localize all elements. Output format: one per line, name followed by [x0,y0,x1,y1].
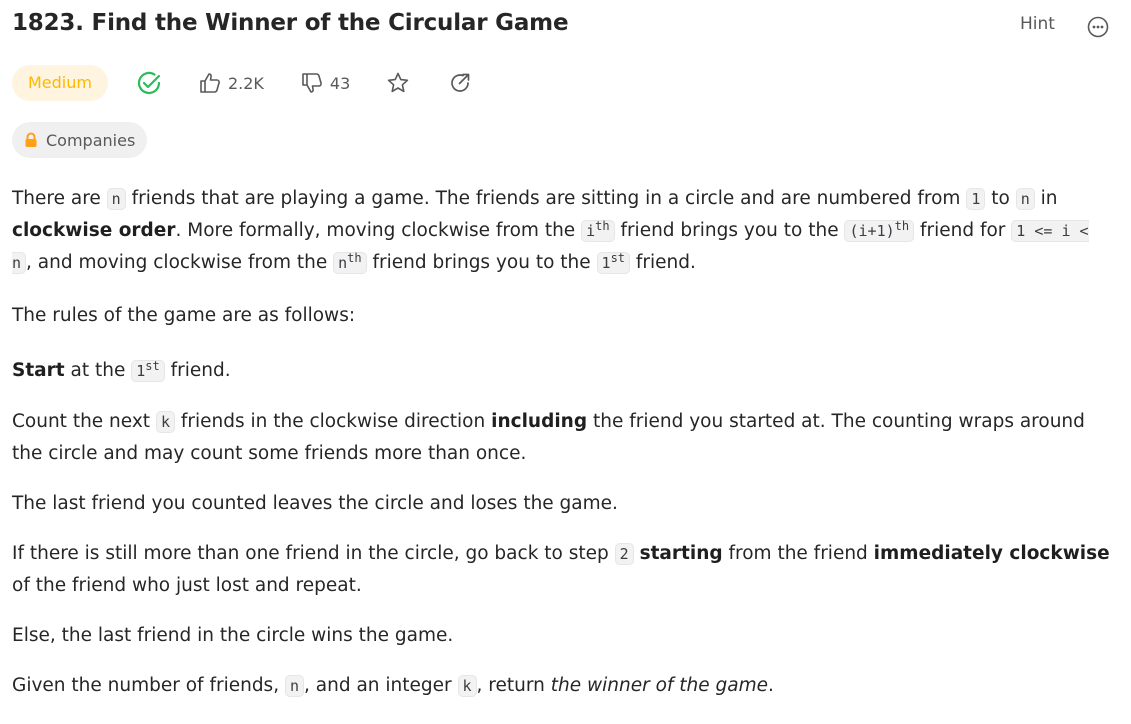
code-text: n [338,254,348,272]
description-paragraph: There are n friends that are playing a g… [12,183,1117,279]
text: in [1034,188,1058,209]
text: , and moving clockwise from the [26,252,334,273]
text: of the friend who just lost and repeat. [12,575,362,596]
rule-step-5: Else, the last friend in the circle wins… [12,625,454,646]
text: friend for [914,220,1012,241]
text: friends that are playing a game. The fri… [125,188,967,209]
inline-code: 1st [596,251,631,274]
hint-button[interactable]: Hint [1020,14,1055,34]
text: to [985,188,1016,209]
problem-title: 1823. Find the Winner of the Circular Ga… [12,10,569,36]
rule-step-2: Count the next k friends in the clockwis… [12,406,1117,469]
code-text: (i+1) [849,222,895,240]
difficulty-badge: Medium [12,65,108,101]
italic-text: the winner of the game [550,675,769,696]
text: , return [476,675,551,696]
text: friend. [164,360,231,381]
text: friend brings you to the [614,220,845,241]
code-text: 1 [136,362,146,380]
inline-code: 1 [966,188,986,210]
bold-text: starting [639,543,723,564]
code-text: i [586,222,596,240]
text: from the friend [722,543,874,564]
dislike-button[interactable]: 43 [300,71,350,95]
rule-step-1: Start at the 1st friend. [12,355,1117,387]
lock-icon [24,132,38,148]
superscript: th [347,251,362,265]
inline-code: k [457,675,477,697]
more-options-icon[interactable] [1087,16,1109,38]
superscript: th [894,219,910,233]
thumbs-up-icon [198,71,222,95]
inline-code: ith [581,219,615,242]
text: . More formally, moving clockwise from t… [175,220,582,241]
inline-code: nth [333,251,367,274]
inline-code: 2 [614,543,634,565]
inline-code: k [155,411,175,433]
like-button[interactable]: 2.2K [198,71,264,95]
text: . [768,675,774,696]
rule-step-4: If there is still more than one friend i… [12,538,1117,601]
text: friend. [630,252,696,273]
problem-description: There are n friends that are playing a g… [12,183,1117,702]
text: If there is still more than one friend i… [12,543,615,564]
bold-text: including [491,411,588,432]
inline-code: n [284,675,304,697]
superscript: st [610,251,626,265]
bold-text: clockwise order [12,220,176,241]
text: friends in the clockwise direction [174,411,492,432]
check-circle-icon [136,70,162,96]
inline-code: n [106,188,126,210]
rule-step-3: The last friend you counted leaves the c… [12,493,618,514]
text: Given the number of friends, [12,675,285,696]
companies-tag[interactable]: Companies [12,122,148,158]
task-statement: Given the number of friends, n, and an i… [12,670,1117,702]
text: at the [64,360,132,381]
superscript: th [595,219,610,233]
dislike-count: 43 [329,73,351,93]
superscript: st [145,359,160,373]
text: Count the next [12,411,156,432]
code-text: 1 [601,254,611,272]
share-icon[interactable] [448,71,472,95]
inline-code: n [1015,188,1035,210]
text: friend brings you to the [366,252,597,273]
bold-text: Start [12,360,65,381]
bold-text: immediately clockwise [873,543,1110,564]
thumbs-down-icon [300,71,324,95]
problem-panel: 1823. Find the Winner of the Circular Ga… [0,0,1131,724]
inline-code: 1st [131,359,165,382]
star-icon[interactable] [386,71,410,95]
companies-label: Companies [46,130,136,150]
problem-meta-bar: Medium 2.2K 43 [12,65,472,101]
text: , and an integer [304,675,458,696]
like-count: 2.2K [227,73,264,93]
inline-code: (i+1)th [844,219,915,242]
description-paragraph: The rules of the game are as follows: [12,305,356,326]
text: There are [12,188,107,209]
